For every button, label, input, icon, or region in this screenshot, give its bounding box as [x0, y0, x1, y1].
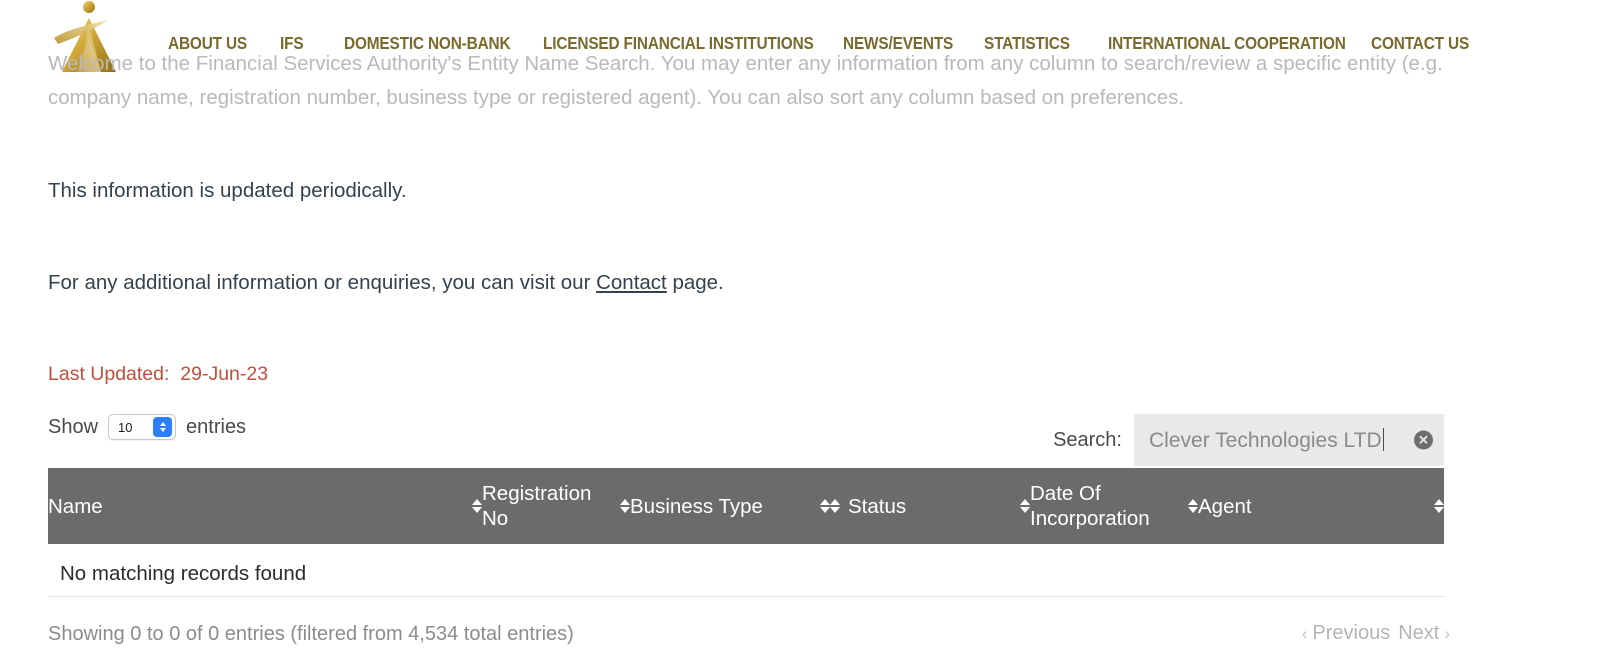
- entries-label: entries: [186, 415, 247, 438]
- column-header-inner: Status: [830, 494, 1030, 519]
- sort-toggle-date-of-incorporation[interactable]: [1188, 499, 1198, 513]
- contact-prefix-text: For any additional information or enquir…: [48, 270, 597, 294]
- last-updated-label: Last Updated:: [48, 362, 170, 385]
- search-input[interactable]: Clever Technologies LTD ✕: [1134, 414, 1444, 466]
- column-header-inner: Registration No: [482, 481, 630, 531]
- chevron-right-icon: ›: [1444, 623, 1450, 643]
- next-button[interactable]: Next ›: [1398, 622, 1450, 645]
- last-updated: Last Updated: 29-Jun-23: [48, 360, 268, 388]
- search-control: Search: Clever Technologies LTD ✕: [1053, 414, 1444, 466]
- sort-toggle-status-left[interactable]: [830, 499, 840, 513]
- nav-item-ifs[interactable]: IFS: [280, 33, 304, 54]
- sort-toggle-registration-no[interactable]: [620, 499, 630, 513]
- page-length-control: Show 10 entries: [48, 414, 246, 440]
- contact-suffix-text: page.: [666, 270, 724, 294]
- page-length-select[interactable]: 10: [108, 414, 177, 440]
- column-header-inner: Business Type: [630, 494, 830, 519]
- contact-link[interactable]: Contact: [596, 271, 667, 294]
- column-header-registration-no[interactable]: Registration No: [482, 468, 630, 544]
- column-header-label: Date Of Incorporation: [1030, 482, 1150, 530]
- page-length-value: 10: [118, 419, 133, 435]
- nav-item-contact-us[interactable]: CONTACT US: [1371, 33, 1469, 54]
- column-header-inner: Agent: [1198, 494, 1444, 519]
- show-label: Show: [48, 415, 99, 438]
- previous-label: Previous: [1312, 622, 1391, 644]
- table-head: Name Registration No Business Type Status Da…: [48, 468, 1444, 544]
- contact-line: For any additional information or enquir…: [48, 268, 724, 298]
- text-caret: [1382, 427, 1384, 451]
- column-header-inner: Date Of Incorporation: [1030, 481, 1198, 531]
- nav-item-about-us[interactable]: ABOUT US: [168, 33, 247, 54]
- nav-item-international-cooperation[interactable]: INTERNATIONAL COOPERATION: [1108, 33, 1346, 54]
- nav-item-news-events[interactable]: NEWS/EVENTS: [843, 33, 953, 54]
- search-label: Search:: [1053, 428, 1122, 451]
- previous-button[interactable]: ‹ Previous: [1302, 622, 1390, 645]
- column-header-business-type[interactable]: Business Type: [630, 468, 830, 544]
- sort-toggle-status[interactable]: [1020, 499, 1030, 513]
- column-header-date-of-incorporation[interactable]: Date Of Incorporation: [1030, 468, 1198, 544]
- table-empty-row: No matching records found: [48, 544, 1444, 597]
- chevron-left-icon: ‹: [1301, 623, 1308, 643]
- main-navigation: ABOUT US IFS DOMESTIC NON-BANK LICENSED FIN…: [0, 28, 1600, 58]
- column-header-label: Agent: [1198, 494, 1252, 518]
- table-info: Showing 0 to 0 of 0 entries (filtered fr…: [48, 623, 574, 645]
- last-updated-value: 29-Jun-23: [180, 362, 269, 385]
- table-header-row: Name Registration No Business Type Status Da…: [48, 468, 1444, 544]
- column-header-inner: Name: [48, 494, 482, 519]
- stepper-icon[interactable]: [153, 417, 173, 437]
- table-body: No matching records found: [48, 544, 1444, 597]
- column-header-label: Name: [48, 494, 103, 518]
- nav-item-domestic-non-bank[interactable]: DOMESTIC NON-BANK: [344, 33, 511, 54]
- next-label: Next: [1398, 622, 1440, 644]
- column-header-label: Registration No: [482, 482, 592, 530]
- nav-item-statistics[interactable]: STATISTICS: [984, 33, 1070, 54]
- column-header-label: Status: [848, 494, 907, 518]
- nav-item-licensed-financial-institutions[interactable]: LICENSED FINANCIAL INSTITUTIONS: [543, 33, 814, 54]
- sort-toggle-name[interactable]: [472, 499, 482, 513]
- pagination: ‹ Previous Next ›: [1302, 622, 1450, 645]
- entity-table: Name Registration No Business Type Status Da…: [48, 468, 1444, 597]
- search-value-text: Clever Technologies LTD: [1149, 428, 1382, 452]
- column-header-name[interactable]: Name: [48, 468, 482, 544]
- search-input-value: Clever Technologies LTD: [1134, 427, 1384, 453]
- column-header-agent[interactable]: Agent: [1198, 468, 1444, 544]
- periodic-update-note: This information is updated periodically…: [48, 178, 407, 202]
- clear-search-icon[interactable]: ✕: [1414, 430, 1433, 450]
- sort-toggle-business-type[interactable]: [820, 499, 830, 513]
- empty-message: No matching records found: [48, 544, 1444, 597]
- column-header-label: Business Type: [630, 494, 763, 518]
- column-header-status[interactable]: Status: [830, 468, 1030, 544]
- sort-toggle-agent[interactable]: [1434, 499, 1444, 513]
- logo-dot: [83, 1, 95, 13]
